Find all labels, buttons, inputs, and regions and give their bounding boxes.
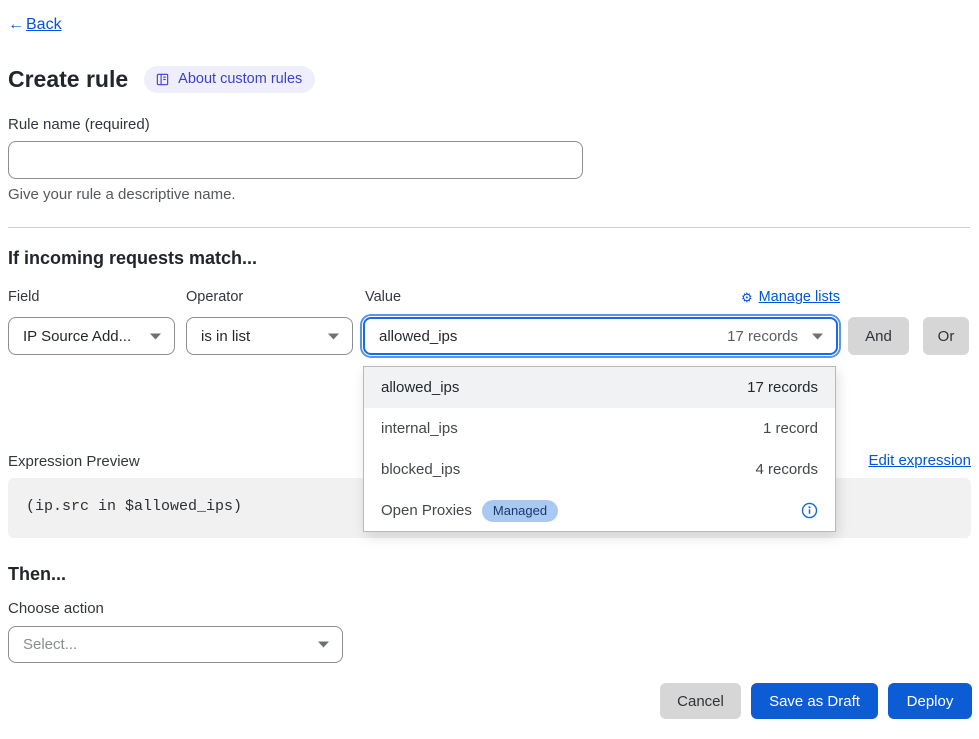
list-item-blocked-ips[interactable]: blocked_ips 4 records — [364, 449, 835, 490]
chevron-down-icon — [328, 333, 339, 340]
section-divider — [8, 227, 970, 228]
info-icon[interactable] — [801, 502, 818, 519]
rule-name-label: Rule name (required) — [8, 116, 150, 133]
back-link[interactable]: ←Back — [8, 16, 62, 34]
list-item-name: internal_ips — [381, 420, 458, 437]
list-item-allowed-ips[interactable]: allowed_ips 17 records — [364, 367, 835, 408]
managed-badge: Managed — [482, 500, 558, 522]
gear-icon: ⚙ — [741, 291, 753, 304]
rule-name-helper: Give your rule a descriptive name. — [8, 186, 236, 203]
create-rule-page: ←Back Create rule About custom rules Rul… — [0, 0, 979, 739]
value-select[interactable]: allowed_ips 17 records — [363, 317, 838, 355]
manage-lists-link[interactable]: ⚙ Manage lists — [741, 289, 840, 305]
operator-select[interactable]: is in list — [186, 317, 353, 355]
operator-column-label: Operator — [186, 289, 243, 305]
action-select[interactable]: Select... — [8, 626, 343, 663]
operator-select-value: is in list — [201, 328, 250, 345]
field-column-label: Field — [8, 289, 39, 305]
match-section-heading: If incoming requests match... — [8, 248, 257, 269]
chevron-down-icon — [318, 641, 329, 648]
save-as-draft-button[interactable]: Save as Draft — [751, 683, 878, 719]
value-select-record-count: 17 records — [727, 328, 798, 345]
field-select-value: IP Source Add... — [23, 328, 131, 345]
list-item-internal-ips[interactable]: internal_ips 1 record — [364, 408, 835, 449]
list-item-record-count: 17 records — [747, 379, 818, 396]
field-select[interactable]: IP Source Add... — [8, 317, 175, 355]
about-custom-rules-badge[interactable]: About custom rules — [144, 66, 315, 93]
list-item-record-count: 4 records — [755, 461, 818, 478]
title-row: Create rule About custom rules — [8, 66, 315, 93]
list-item-name: blocked_ips — [381, 461, 460, 478]
expression-preview-label: Expression Preview — [8, 453, 140, 470]
chevron-down-icon — [812, 333, 823, 340]
cancel-button[interactable]: Cancel — [660, 683, 741, 719]
page-title: Create rule — [8, 66, 128, 93]
manage-lists-label: Manage lists — [759, 289, 840, 305]
value-select-value: allowed_ips — [379, 328, 457, 345]
then-section-heading: Then... — [8, 564, 66, 585]
edit-expression-link[interactable]: Edit expression — [868, 452, 971, 469]
list-item-name: Open Proxies — [381, 502, 472, 519]
value-column-label: Value — [365, 289, 401, 305]
or-button[interactable]: Or — [923, 317, 969, 355]
list-item-open-proxies[interactable]: Open Proxies Managed — [364, 490, 835, 531]
rule-name-input[interactable] — [8, 141, 583, 179]
list-item-record-count: 1 record — [763, 420, 818, 437]
deploy-button[interactable]: Deploy — [888, 683, 972, 719]
chevron-down-icon — [150, 333, 161, 340]
value-select-dropdown: allowed_ips 17 records internal_ips 1 re… — [363, 366, 836, 532]
back-label: Back — [26, 16, 62, 34]
action-select-placeholder: Select... — [23, 636, 77, 653]
back-arrow-icon: ← — [8, 16, 24, 34]
about-badge-label: About custom rules — [178, 71, 302, 87]
list-item-name: allowed_ips — [381, 379, 459, 396]
choose-action-label: Choose action — [8, 600, 104, 617]
and-button[interactable]: And — [848, 317, 909, 355]
book-icon — [155, 72, 170, 87]
